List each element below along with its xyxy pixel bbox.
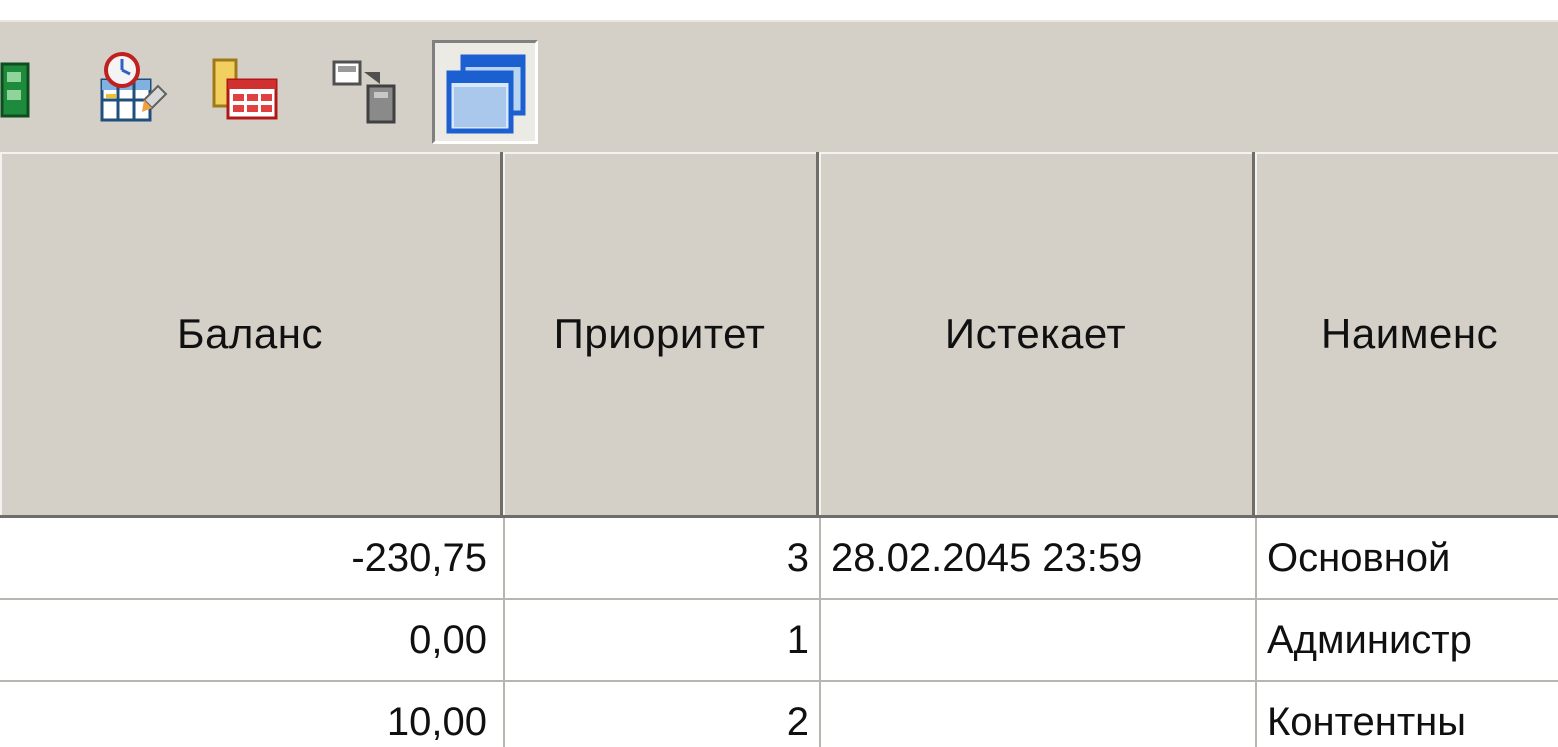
app-window: Баланс Приоритет Истекает Наименс -230,7… (0, 0, 1558, 747)
column-header-name-label: Наименс (1321, 309, 1499, 357)
cell-priority[interactable]: 3 (505, 518, 821, 600)
data-grid: Баланс Приоритет Истекает Наименс -230,7… (0, 152, 1558, 747)
cell-expires[interactable] (821, 600, 1257, 682)
table-clock-icon[interactable] (92, 50, 172, 130)
cell-balance[interactable]: -230,75 (0, 518, 505, 600)
column-header-expires-label: Истекает (944, 309, 1127, 357)
table-row[interactable]: 10,00 2 Контентны (0, 682, 1558, 747)
window-cascade-button[interactable] (432, 40, 538, 144)
column-header-priority[interactable]: Приоритет (503, 152, 819, 518)
partial-green-icon[interactable] (0, 50, 32, 130)
column-header-expires[interactable]: Истекает (819, 152, 1255, 518)
cell-priority[interactable]: 2 (505, 682, 821, 747)
table-row[interactable]: 0,00 1 Администр (0, 600, 1558, 682)
window-cascade-icon (446, 54, 526, 134)
column-header-balance[interactable]: Баланс (0, 152, 503, 518)
cell-balance[interactable]: 10,00 (0, 682, 505, 747)
cell-expires[interactable] (821, 682, 1257, 747)
cell-name[interactable]: Основной (1257, 518, 1558, 600)
cell-expires[interactable]: 28.02.2045 23:59 (821, 518, 1257, 600)
table-columns-icon[interactable] (204, 50, 284, 130)
toolbar (0, 18, 1558, 154)
column-header-priority-label: Приоритет (553, 309, 766, 357)
cell-priority[interactable]: 1 (505, 600, 821, 682)
cell-balance[interactable]: 0,00 (0, 600, 505, 682)
cell-name[interactable]: Администр (1257, 600, 1558, 682)
column-header-balance-label: Баланс (177, 309, 323, 357)
cell-name[interactable]: Контентны (1257, 682, 1558, 747)
table-row[interactable]: -230,75 3 28.02.2045 23:59 Основной (0, 518, 1558, 600)
column-header-name[interactable]: Наименс (1255, 152, 1558, 518)
copy-paste-icon[interactable] (322, 50, 402, 130)
